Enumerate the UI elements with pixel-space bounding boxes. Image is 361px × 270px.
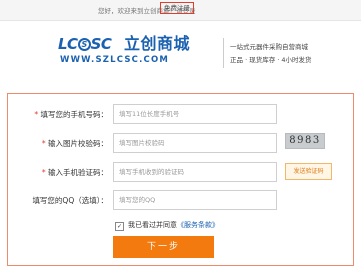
logo-mark[interactable]: LC S SC xyxy=(58,34,120,54)
phone-label: * 填写您的手机号码： xyxy=(8,109,108,120)
sms-code-label-text: 输入手机验证码： xyxy=(48,168,108,177)
captcha-label-text: 输入图片校验码： xyxy=(48,139,108,148)
qq-input[interactable]: 填写您的QQ xyxy=(113,190,277,210)
sms-code-label: * 输入手机验证码： xyxy=(8,167,108,178)
agree-checkbox[interactable]: ✓ xyxy=(115,222,124,231)
logo-mark-prefix: LC xyxy=(58,35,78,53)
logo-divider xyxy=(223,38,224,68)
free-register-link[interactable]: 免费注册 xyxy=(160,2,194,14)
next-step-button[interactable]: 下一步 xyxy=(113,236,214,258)
logo-name: 立创商城 xyxy=(124,34,191,53)
logo-url: WWW.SZLCSC.COM xyxy=(60,55,170,65)
captcha-label: * 输入图片校验码： xyxy=(8,138,108,149)
sms-code-input[interactable]: 填写手机收到的验证码 xyxy=(113,162,277,182)
logo-mark-suffix: SC xyxy=(90,35,112,53)
phone-input[interactable]: 填写11位长度手机号 xyxy=(113,104,277,124)
slogan-line-2: 正品 · 现货库存 · 4小时发货 xyxy=(230,56,312,64)
terms-link[interactable]: 《服务条款》 xyxy=(177,221,219,229)
send-sms-button[interactable]: 发送验证码 xyxy=(285,163,332,180)
slogan-line-1: 一站式元器件采购自营商城 xyxy=(230,43,308,51)
top-bar: 您好，欢迎来到立创商城！请登录 免费注册 xyxy=(0,0,361,21)
agree-row: ✓ 我已看过并同意《服务条款》 xyxy=(115,220,219,231)
phone-label-text: 填写您的手机号码： xyxy=(40,110,109,119)
agree-text: 我已看过并同意 xyxy=(128,221,177,229)
captcha-input[interactable]: 填写图片校验码 xyxy=(113,133,277,153)
logo-area: LC S SC 立创商城 WWW.SZLCSC.COM 一站式元器件采购自营商城 正… xyxy=(58,34,312,74)
captcha-image[interactable]: 8983 xyxy=(285,133,325,149)
qq-label: 填写您的QQ（选填）： xyxy=(32,196,108,205)
logo-at-circle: S xyxy=(77,38,91,51)
